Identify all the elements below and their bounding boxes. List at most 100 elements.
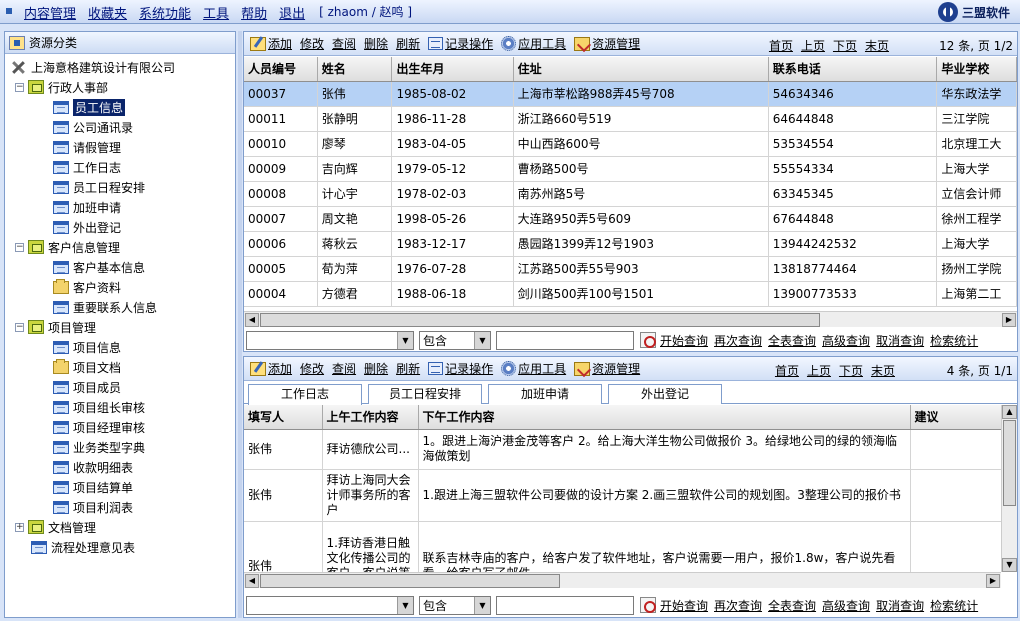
collapse-icon[interactable]: −	[15, 82, 24, 92]
refresh-button[interactable]: 刷新	[396, 360, 420, 377]
next-page-link[interactable]: 下页	[839, 362, 863, 379]
column-header[interactable]: 填写人	[244, 405, 323, 430]
resource-mgmt-button[interactable]: 资源管理	[574, 360, 640, 377]
tree-item[interactable]: 工作日志	[9, 157, 235, 177]
lower-vscroll-thumb[interactable]	[1003, 420, 1016, 506]
first-page-link[interactable]: 首页	[775, 362, 799, 379]
view-button[interactable]: 查阅	[332, 35, 356, 52]
table-row[interactable]: 张伟1.拜访香港日触文化传播公司的客户，客户说等他们讨论一下联系吉林寺庙的客户，…	[244, 521, 1002, 572]
tree-item[interactable]: 流程处理意见表	[9, 537, 235, 557]
column-header[interactable]: 下午工作内容	[418, 405, 911, 430]
tree-item[interactable]: 项目组长审核	[9, 397, 235, 417]
collapse-icon[interactable]: −	[15, 242, 24, 252]
tree-item[interactable]: 业务类型字典	[9, 437, 235, 457]
panel-splitter[interactable]	[238, 31, 242, 618]
tree-item[interactable]: 收款明细表	[9, 457, 235, 477]
scroll-right-icon[interactable]: ▶	[1002, 313, 1016, 327]
tab-work-log[interactable]: 工作日志	[248, 384, 362, 405]
column-header[interactable]: 毕业学校	[936, 57, 1017, 82]
menu-logout[interactable]: 退出	[279, 3, 305, 22]
tree-item[interactable]: 项目经理审核	[9, 417, 235, 437]
tree-node-company[interactable]: 上海意格建筑设计有限公司	[9, 57, 235, 77]
table-row[interactable]: 00010 廖琴 1983-04-05 中山西路600号 53534554 北京理工大	[244, 131, 1017, 157]
scroll-left-icon[interactable]: ◀	[245, 313, 259, 327]
table-row[interactable]: 00007 周文艳 1998-05-26 大连路950弄5号609 67644848 徐州…	[244, 206, 1017, 232]
upper-field-select[interactable]: ▼	[246, 330, 414, 350]
record-ops-button[interactable]: 记录操作	[428, 360, 493, 377]
upper-scroll-thumb[interactable]	[260, 313, 820, 327]
table-row[interactable]: 00006 蒋秋云 1983-12-17 愚园路1399弄12号1903 1394424…	[244, 231, 1017, 257]
scroll-left-icon[interactable]: ◀	[245, 574, 259, 588]
menu-system-functions[interactable]: 系统功能	[139, 3, 191, 22]
tree-group[interactable]: + 文档管理	[9, 517, 235, 537]
table-row[interactable]: 张伟 拜访德欣公司... 1。跟进上海沪港金茂等客户 2。给上海大洋生物公司做报价 …	[244, 429, 1002, 470]
table-row[interactable]: 张伟 拜访上海同大会计师事务所的客户 1.跟进上海三盟软件公司要做的设计方案 2.画…	[244, 469, 1002, 522]
cancel-query-link[interactable]: 取消查询	[876, 597, 924, 614]
delete-button[interactable]: 删除	[364, 360, 388, 377]
column-header[interactable]: 人员编号	[244, 57, 318, 82]
lower-query-input[interactable]	[496, 595, 634, 615]
menu-help[interactable]: 帮助	[241, 3, 267, 22]
add-button[interactable]: 添加	[250, 35, 292, 52]
record-ops-button[interactable]: 记录操作	[428, 35, 493, 52]
menu-tools[interactable]: 工具	[203, 3, 229, 22]
scroll-up-icon[interactable]: ▲	[1002, 405, 1017, 419]
tab-overtime-request[interactable]: 加班申请	[488, 384, 602, 404]
tree-item[interactable]: 项目利润表	[9, 497, 235, 517]
advanced-query-link[interactable]: 高级查询	[822, 332, 870, 349]
app-tools-button[interactable]: 应用工具	[501, 35, 566, 52]
refresh-button[interactable]: 刷新	[396, 35, 420, 52]
lower-operator-select[interactable]: 包含 ▼	[419, 595, 491, 615]
search-stats-link[interactable]: 检索统计	[930, 597, 978, 614]
menu-favorites[interactable]: 收藏夹	[88, 3, 127, 22]
requery-link[interactable]: 再次查询	[714, 597, 762, 614]
tree-item[interactable]: 客户基本信息	[9, 257, 235, 277]
tree-item[interactable]: 项目信息	[9, 337, 235, 357]
edit-button[interactable]: 修改	[300, 35, 324, 52]
last-page-link[interactable]: 末页	[871, 362, 895, 379]
expand-icon[interactable]: +	[15, 522, 24, 532]
tree-group[interactable]: − 客户信息管理	[9, 237, 235, 257]
tree-item[interactable]: 项目成员	[9, 377, 235, 397]
table-row[interactable]: 00005 荀为萍 1976-07-28 江苏路500弄55号903 138187744…	[244, 256, 1017, 282]
lower-horizontal-scrollbar[interactable]: ◀ ▶	[244, 572, 1001, 588]
lower-field-select[interactable]: ▼	[246, 595, 414, 615]
delete-button[interactable]: 删除	[364, 35, 388, 52]
column-header[interactable]: 联系电话	[768, 57, 938, 82]
requery-link[interactable]: 再次查询	[714, 332, 762, 349]
view-button[interactable]: 查阅	[332, 360, 356, 377]
first-page-link[interactable]: 首页	[769, 37, 793, 54]
table-row[interactable]: 00009 吉向辉 1979-05-12 曹杨路500号 55554334 上海大学	[244, 156, 1017, 182]
table-row[interactable]: 00011 张静明 1986-11-28 浙江路660号519 64644848 三江学院	[244, 106, 1017, 132]
scroll-down-icon[interactable]: ▼	[1002, 558, 1017, 572]
tree-item[interactable]: 员工信息	[9, 97, 235, 117]
column-header[interactable]: 出生年月	[391, 57, 514, 82]
cancel-query-link[interactable]: 取消查询	[876, 332, 924, 349]
tree-item[interactable]: 员工日程安排	[9, 177, 235, 197]
tree-item[interactable]: 客户资料	[9, 277, 235, 297]
start-query-link[interactable]: 开始查询	[660, 332, 708, 349]
column-header[interactable]: 住址	[513, 57, 769, 82]
tree-item[interactable]: 项目文档	[9, 357, 235, 377]
column-header[interactable]: 建议	[910, 405, 1002, 430]
tree-item[interactable]: 请假管理	[9, 137, 235, 157]
tree-group[interactable]: − 项目管理	[9, 317, 235, 337]
next-page-link[interactable]: 下页	[833, 37, 857, 54]
tree-item[interactable]: 公司通讯录	[9, 117, 235, 137]
start-query-link[interactable]: 开始查询	[660, 597, 708, 614]
tab-outing-registration[interactable]: 外出登记	[608, 384, 722, 404]
lower-vertical-scrollbar[interactable]: ▲ ▼	[1001, 405, 1017, 572]
upper-operator-select[interactable]: 包含 ▼	[419, 330, 491, 350]
upper-query-input[interactable]	[496, 330, 634, 350]
tree-item[interactable]: 项目结算单	[9, 477, 235, 497]
tab-employee-schedule[interactable]: 员工日程安排	[368, 384, 482, 404]
column-header[interactable]: 姓名	[317, 57, 393, 82]
prev-page-link[interactable]: 上页	[801, 37, 825, 54]
app-tools-button[interactable]: 应用工具	[501, 360, 566, 377]
full-table-query-link[interactable]: 全表查询	[768, 332, 816, 349]
table-row[interactable]: 00037 张伟 1985-08-02 上海市莘松路988弄45号708 5463434…	[244, 81, 1017, 107]
scroll-right-icon[interactable]: ▶	[986, 574, 1000, 588]
resource-mgmt-button[interactable]: 资源管理	[574, 35, 640, 52]
tree-group[interactable]: − 行政人事部	[9, 77, 235, 97]
tree-item[interactable]: 加班申请	[9, 197, 235, 217]
